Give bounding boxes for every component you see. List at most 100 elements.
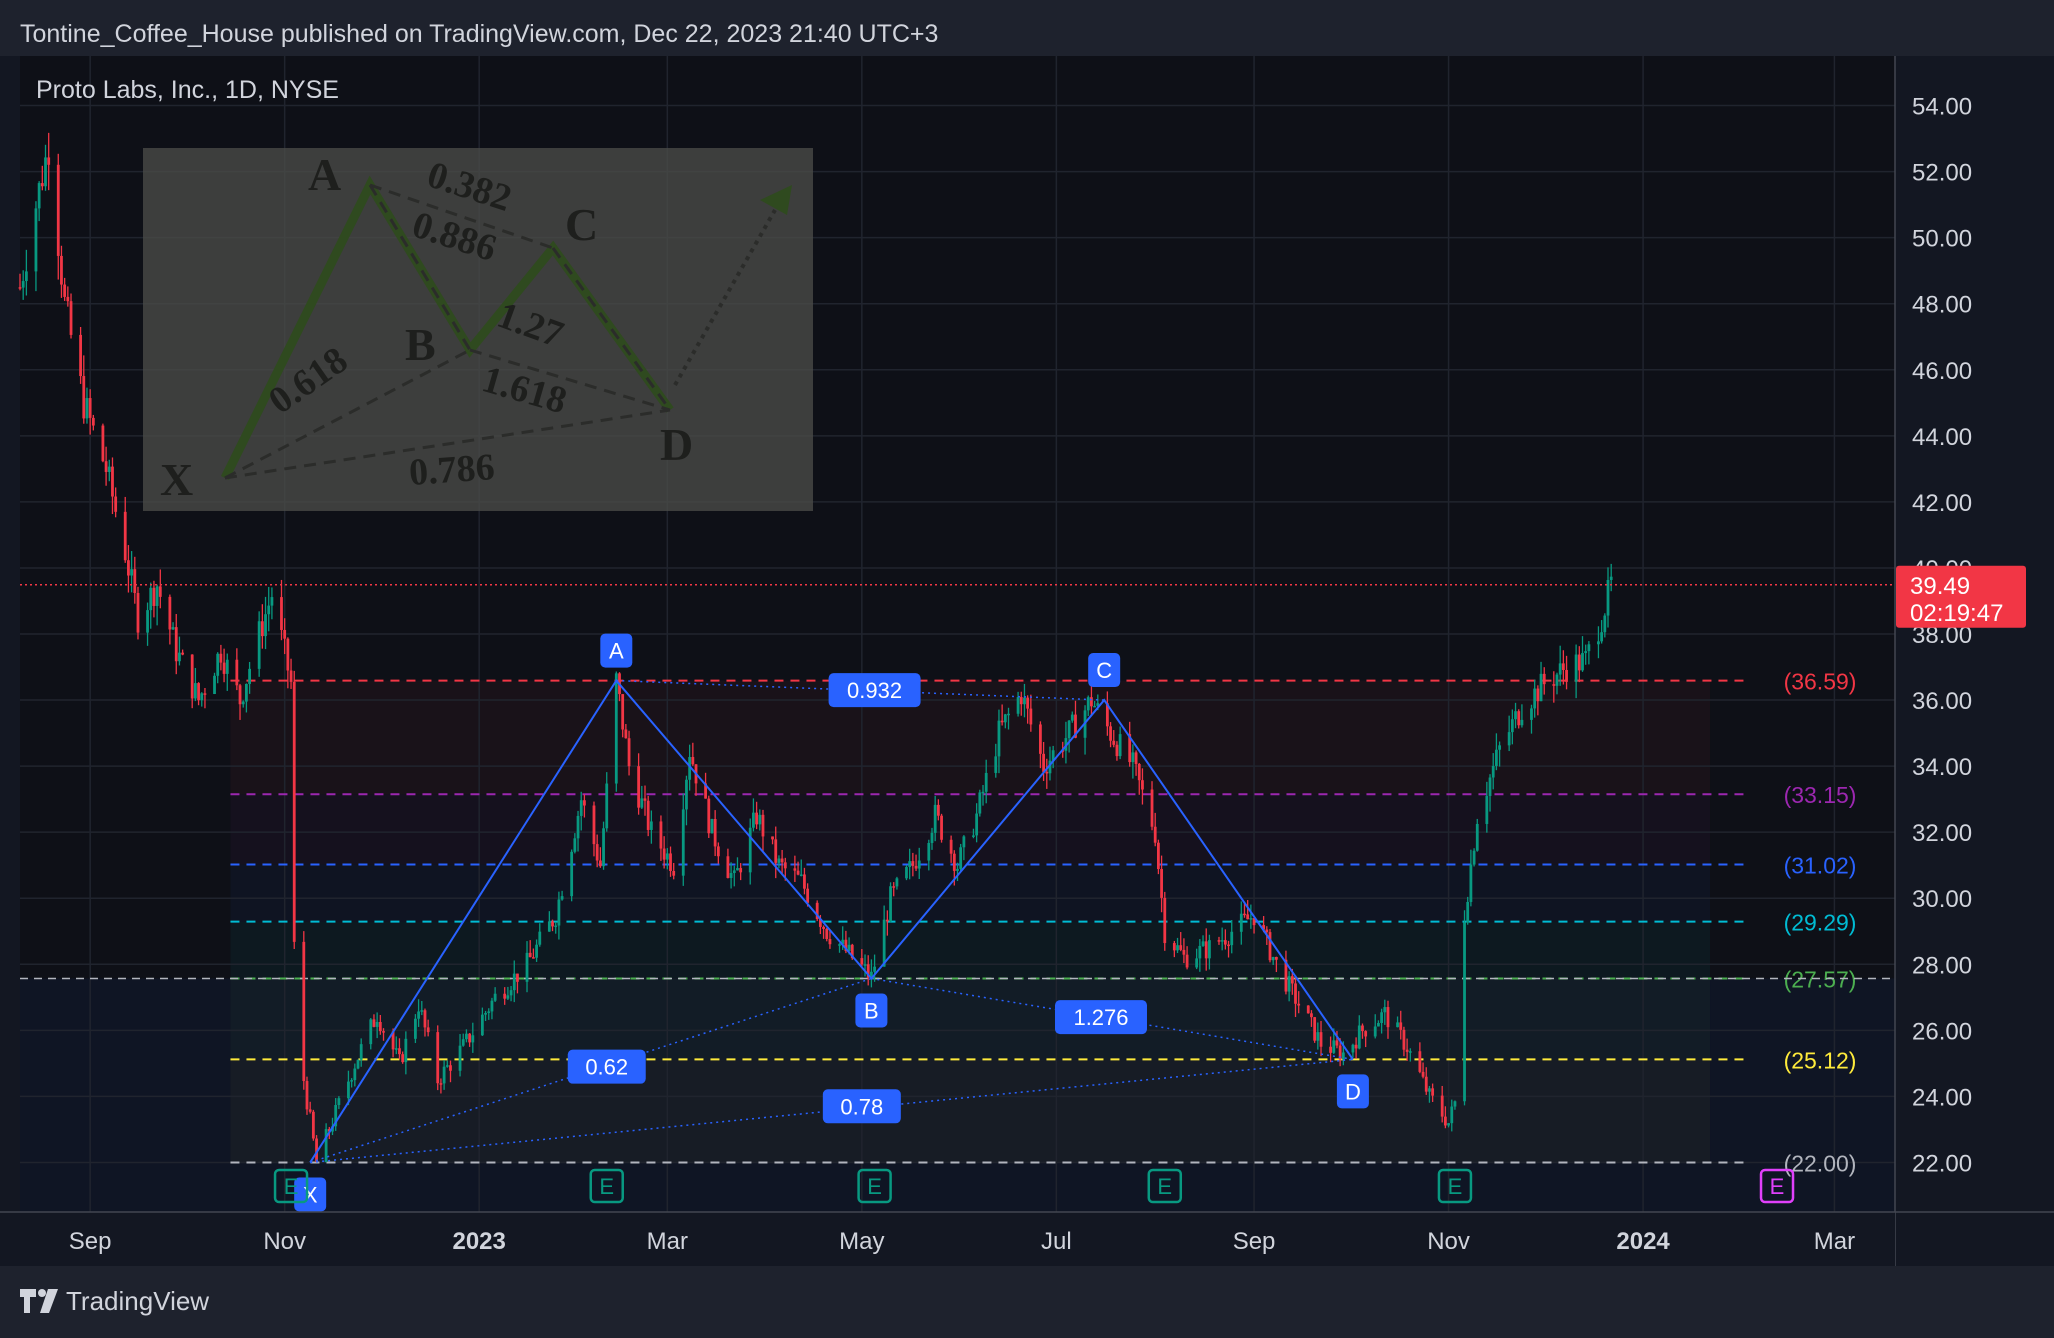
candle-body — [1137, 763, 1141, 781]
candle-body — [1357, 1025, 1361, 1049]
candle-body — [305, 1081, 309, 1110]
candle-body — [672, 870, 676, 876]
candle-body — [1584, 651, 1588, 654]
candle-body — [394, 1048, 398, 1050]
candle-body — [1019, 697, 1023, 705]
candle-body — [1421, 1071, 1425, 1077]
earnings-marker-label: E — [284, 1174, 299, 1199]
candle-body — [716, 846, 720, 857]
candle-body — [1609, 576, 1613, 580]
candle-body — [1156, 842, 1160, 870]
candle-body — [1271, 956, 1275, 961]
candle-body — [1463, 922, 1466, 1102]
price-tick-label: 24.00 — [1912, 1084, 1972, 1111]
candle-body — [646, 800, 650, 830]
harmonic-ratio-label: 1.276 — [1073, 1005, 1128, 1030]
candle-body — [1310, 1013, 1313, 1018]
candle-body — [1495, 749, 1498, 766]
candle-body — [101, 425, 105, 462]
candle-body — [1329, 1046, 1332, 1053]
candle-body — [245, 683, 248, 702]
candle-body — [1086, 697, 1090, 711]
price-tick-label: 42.00 — [1912, 490, 1972, 517]
candle-body — [1118, 734, 1122, 757]
candle-body — [222, 662, 226, 674]
candle-body — [1160, 869, 1163, 898]
price-tick-label: 52.00 — [1912, 160, 1972, 187]
candle-body — [1093, 705, 1097, 708]
last-price-value: 39.49 — [1910, 573, 1970, 600]
candle-body — [484, 1012, 487, 1015]
candle-body — [927, 842, 931, 861]
inset-point-label: D — [660, 419, 693, 470]
candle-body — [994, 756, 998, 773]
candle-body — [863, 964, 867, 966]
candle-body — [1466, 901, 1470, 923]
candle-body — [1574, 654, 1578, 682]
candle-body — [729, 873, 733, 878]
time-tick-label: Sep — [1233, 1228, 1276, 1255]
candle-body — [780, 858, 784, 863]
candle-body — [1026, 697, 1030, 709]
price-chart[interactable]: ACBXD0.3820.8861.270.618 1.6180.786(36.59… — [0, 0, 2054, 1266]
candle-body — [1428, 1088, 1431, 1092]
tradingview-logo-icon[interactable] — [20, 1287, 60, 1315]
earnings-marker-label: E — [599, 1174, 614, 1199]
candle-body — [200, 693, 204, 701]
candle-body — [168, 596, 172, 630]
candle-body — [1469, 864, 1473, 902]
candle-body — [911, 861, 915, 866]
candle-body — [1488, 777, 1492, 796]
candle-body — [739, 868, 743, 873]
candle-body — [1172, 943, 1176, 951]
candle-body — [1313, 1017, 1317, 1041]
candle-body — [1581, 653, 1584, 671]
candle-body — [803, 874, 806, 889]
candle-body — [838, 944, 841, 946]
candle-body — [1208, 940, 1211, 959]
price-tick-label: 48.00 — [1912, 292, 1972, 319]
candle-body — [1153, 826, 1157, 843]
candle-body — [1396, 1022, 1399, 1028]
candle-body — [369, 1019, 373, 1045]
candle-body — [1067, 720, 1071, 739]
candle-body — [1335, 1040, 1339, 1046]
candle-body — [155, 586, 159, 606]
candle-body — [952, 853, 956, 871]
candle-body — [1418, 1051, 1422, 1072]
candle-body — [1230, 931, 1234, 946]
candle-body — [669, 853, 672, 871]
candle-body — [665, 853, 669, 860]
candle-body — [1472, 850, 1476, 865]
candle-body — [531, 957, 535, 959]
candle-body — [1182, 949, 1186, 955]
candle-body — [691, 757, 695, 765]
candle-body — [423, 1010, 427, 1028]
price-tick-label: 50.00 — [1912, 226, 1972, 253]
candle-body — [1294, 983, 1297, 1004]
candle-body — [468, 1033, 472, 1043]
earnings-marker-label: E — [867, 1174, 882, 1199]
candle-body — [1603, 615, 1607, 633]
candle-body — [436, 1032, 440, 1084]
price-tick-label: 28.00 — [1912, 952, 1972, 979]
candle-body — [193, 683, 197, 699]
candle-body — [1204, 941, 1208, 959]
candle-body — [178, 652, 181, 662]
candle-body — [1552, 684, 1556, 686]
candle-body — [146, 610, 149, 633]
candle-body — [133, 569, 137, 594]
candle-body — [598, 860, 602, 867]
candle-body — [956, 868, 959, 871]
harmonic-ratio-label: 0.78 — [840, 1094, 883, 1119]
time-tick-label: Mar — [647, 1228, 688, 1255]
tradingview-brand[interactable]: TradingView — [66, 1286, 209, 1317]
price-tick-label: 30.00 — [1912, 886, 1972, 913]
candle-body — [461, 1039, 465, 1046]
candle-body — [713, 818, 717, 847]
candle-body — [37, 183, 41, 209]
candle-body — [554, 925, 558, 928]
candle-body — [1597, 641, 1600, 645]
fib-zone-band — [230, 680, 1711, 795]
candle-body — [889, 886, 892, 922]
